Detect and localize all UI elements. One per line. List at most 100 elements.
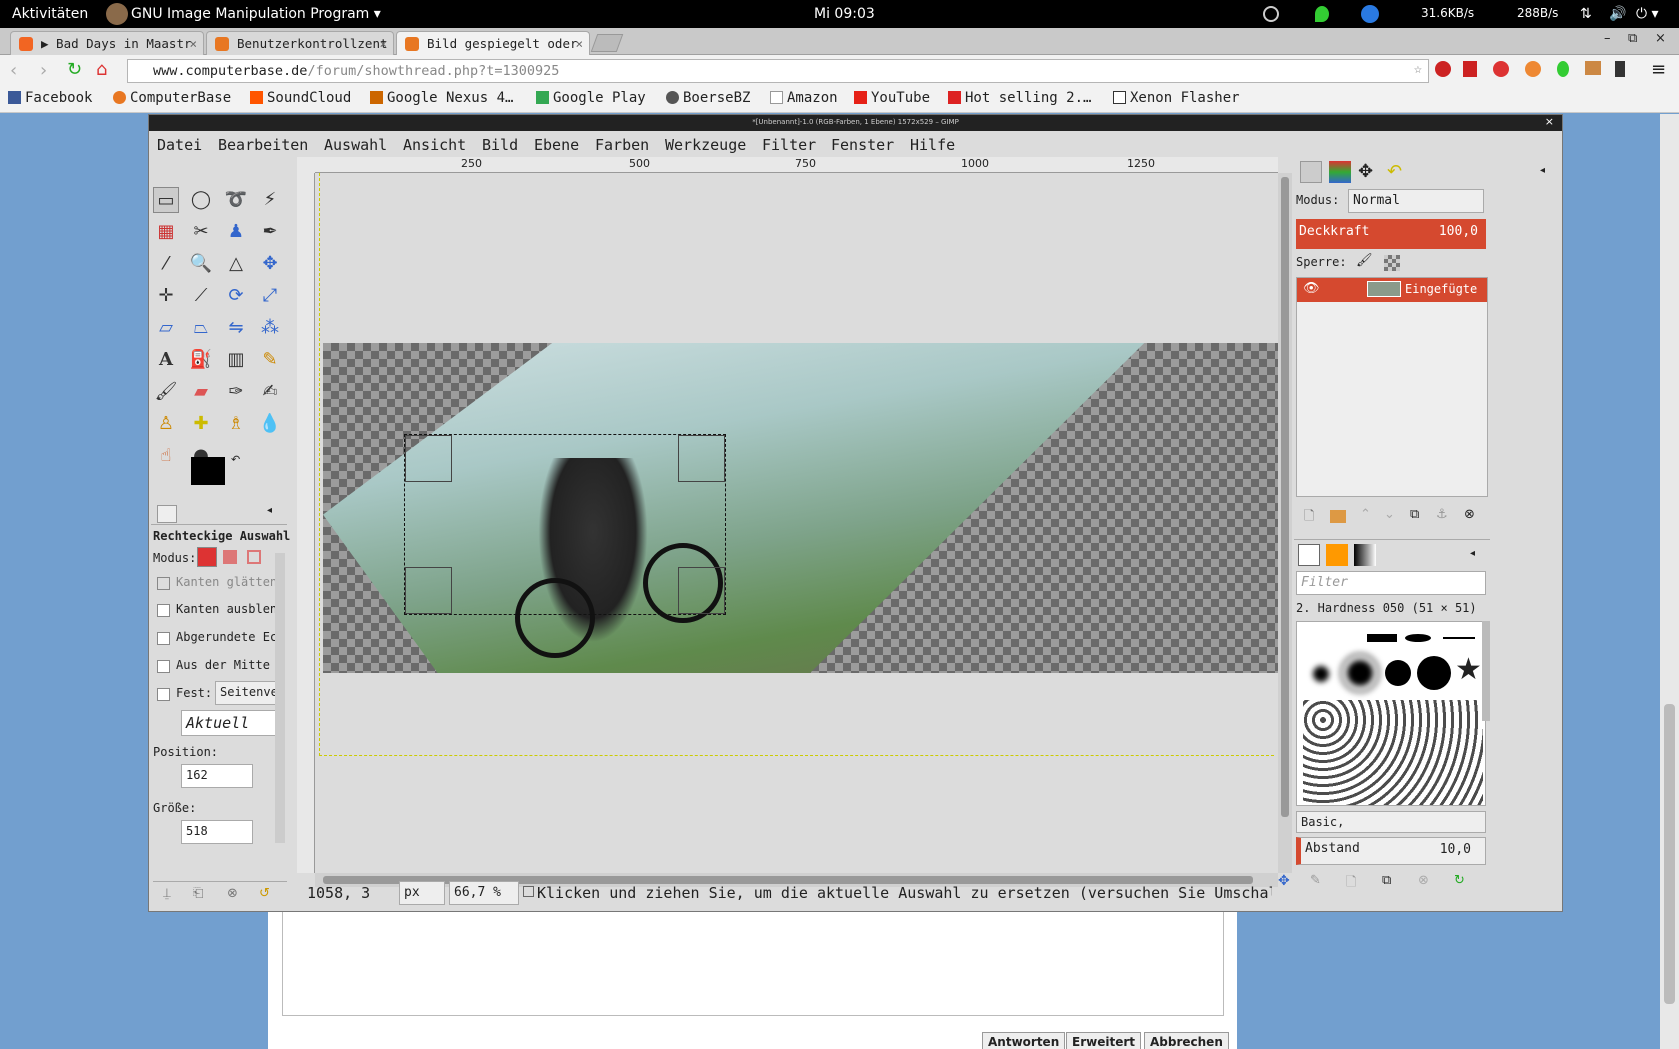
color-picker-tool-icon[interactable]: ⁄: [153, 251, 179, 277]
free-select-tool-icon[interactable]: ➰: [223, 187, 249, 213]
mode-replace-button[interactable]: [197, 547, 217, 567]
text-tool-icon[interactable]: A: [153, 347, 179, 373]
move-tool-icon[interactable]: ✥: [257, 251, 283, 277]
airbrush-tool-icon[interactable]: ✑: [223, 379, 249, 405]
menu-hilfe[interactable]: Hilfe: [910, 136, 955, 154]
reply-button[interactable]: Antworten: [982, 1032, 1066, 1049]
vertical-ruler[interactable]: [297, 173, 315, 873]
blend-tool-icon[interactable]: ▥: [223, 347, 249, 373]
tab-benutzerkontrollzentrum[interactable]: Benutzerkontrollzent ×: [206, 31, 394, 55]
brush-grid-scrollbar[interactable]: [1482, 621, 1490, 721]
align-tool-icon[interactable]: ✛: [153, 283, 179, 309]
chrome-menu-icon[interactable]: ≡: [1651, 59, 1666, 80]
crop-tool-icon[interactable]: ⟋: [188, 283, 214, 309]
smudge-tool-icon[interactable]: ☝: [153, 443, 179, 469]
anchor-layer-icon[interactable]: ⚓: [1436, 507, 1448, 522]
zoom-select[interactable]: 66,7 %: [449, 881, 519, 905]
canvas[interactable]: [315, 173, 1278, 873]
brushes-tab-icon[interactable]: [1298, 544, 1320, 566]
extended-button[interactable]: Erweitert: [1066, 1032, 1141, 1049]
blur-tool-icon[interactable]: 💧: [257, 411, 283, 437]
menu-ansicht[interactable]: Ansicht: [403, 136, 466, 154]
refresh-brushes-icon[interactable]: ↻: [1454, 873, 1465, 888]
zoom-tool-icon[interactable]: 🔍: [188, 251, 214, 277]
back-icon[interactable]: ‹: [10, 60, 17, 81]
bookmark-computerbase[interactable]: ComputerBase: [113, 90, 231, 106]
steam-icon[interactable]: [1263, 6, 1279, 22]
opacity-slider[interactable]: Deckkraft 100,0: [1296, 219, 1486, 249]
lock-pixels-icon[interactable]: 🖌: [1356, 253, 1373, 268]
flip-tool-icon[interactable]: ⇋: [223, 315, 249, 341]
brush-grid[interactable]: ★: [1296, 621, 1486, 806]
fixed-select[interactable]: Seitenve: [215, 681, 277, 705]
mode-add-button[interactable]: [223, 550, 237, 564]
menu-bearbeiten[interactable]: Bearbeiten: [218, 136, 308, 154]
perspective-tool-icon[interactable]: ⏢: [188, 315, 214, 341]
activities-button[interactable]: Aktivitäten: [12, 6, 88, 22]
delete-brush-icon[interactable]: ⊗: [1418, 873, 1429, 888]
bookmark-amazon[interactable]: Amazon: [770, 90, 838, 106]
reload-icon[interactable]: ↻: [67, 59, 82, 80]
channels-tab-icon[interactable]: [1329, 161, 1351, 183]
paths-tab-icon[interactable]: ✥: [1358, 161, 1373, 182]
brush-preset-select[interactable]: Basic,: [1296, 811, 1486, 833]
chrome-icon[interactable]: [1361, 5, 1379, 23]
dock-menu-icon[interactable]: ◂: [1540, 165, 1545, 176]
bookmark-youtube[interactable]: YouTube: [854, 90, 930, 106]
brush-filter-field[interactable]: Filter: [1296, 571, 1486, 595]
swap-colors-icon[interactable]: ↶: [231, 453, 240, 466]
fixed-checkbox[interactable]: [157, 688, 170, 701]
close-tab-icon[interactable]: ×: [379, 36, 387, 51]
duplicate-layer-icon[interactable]: ⧉: [1410, 507, 1419, 522]
unit-select[interactable]: px: [399, 881, 445, 905]
menu-bild[interactable]: Bild: [482, 136, 518, 154]
menu-filter[interactable]: Filter: [762, 136, 816, 154]
page-scrollbar[interactable]: [1660, 114, 1679, 1049]
quickmask-corner[interactable]: [297, 157, 315, 173]
rectangle-selection[interactable]: [404, 434, 726, 615]
horizontal-ruler[interactable]: 250 500 750 1000 1250 1500: [315, 157, 1321, 173]
clone-tool-icon[interactable]: ♙: [153, 411, 179, 437]
ink-tool-icon[interactable]: ✍: [257, 379, 283, 405]
eraser-tool-icon[interactable]: ▰: [188, 379, 214, 405]
bookmark-hot-selling[interactable]: Hot selling 2.…: [948, 90, 1091, 106]
cancel-button[interactable]: Abbrechen: [1144, 1032, 1229, 1049]
volume-icon[interactable]: 🔊: [1609, 6, 1626, 22]
foreground-color[interactable]: [191, 457, 225, 485]
spacing-slider[interactable]: Abstand 10,0: [1296, 837, 1486, 865]
scissors-tool-icon[interactable]: ✂: [188, 219, 214, 245]
bookmark-xenon-flasher[interactable]: Xenon Flasher: [1113, 90, 1240, 106]
scale-tool-icon[interactable]: ⤢: [257, 283, 283, 309]
app-menu[interactable]: GNU Image Manipulation Program ▾: [131, 6, 381, 22]
close-window-icon[interactable]: ×: [1655, 31, 1666, 46]
center-checkbox[interactable]: [157, 660, 170, 673]
undo-history-tab-icon[interactable]: ↶: [1387, 161, 1402, 182]
menu-ebene[interactable]: Ebene: [534, 136, 579, 154]
gimp-close-icon[interactable]: ×: [1545, 115, 1554, 128]
home-icon[interactable]: ⌂: [96, 59, 107, 80]
paths-tool-icon[interactable]: ✒: [257, 219, 283, 245]
mode-subtract-button[interactable]: [247, 550, 261, 564]
close-tab-icon[interactable]: ×: [189, 36, 197, 51]
antialias-checkbox[interactable]: [157, 577, 170, 590]
paintbrush-tool-icon[interactable]: 🖌: [153, 379, 179, 405]
current-field[interactable]: Aktuell: [181, 710, 277, 736]
new-group-icon[interactable]: [1330, 510, 1346, 523]
menu-werkzeuge[interactable]: Werkzeuge: [665, 136, 746, 154]
new-layer-icon[interactable]: 🗋: [1304, 507, 1314, 529]
delete-options-icon[interactable]: ⊗: [227, 886, 238, 901]
menu-auswahl[interactable]: Auswahl: [324, 136, 387, 154]
menu-fenster[interactable]: Fenster: [831, 136, 894, 154]
bookmark-google-play[interactable]: Google Play: [536, 90, 646, 106]
size-field[interactable]: 518: [181, 820, 253, 844]
save-options-icon[interactable]: ⍊: [163, 886, 171, 901]
close-tab-icon[interactable]: ×: [575, 36, 583, 51]
lower-layer-icon[interactable]: ⌄: [1384, 507, 1395, 522]
tab-bild-gespiegelt[interactable]: Bild gespiegelt oder ×: [396, 31, 590, 55]
duplicate-brush-icon[interactable]: ⧉: [1382, 873, 1391, 888]
patterns-tab-icon[interactable]: [1326, 544, 1348, 566]
rotate-tool-icon[interactable]: ⟳: [223, 283, 249, 309]
heal-tool-icon[interactable]: ✚: [188, 411, 214, 437]
ellipse-select-tool-icon[interactable]: ◯: [188, 187, 214, 213]
rounded-checkbox[interactable]: [157, 632, 170, 645]
